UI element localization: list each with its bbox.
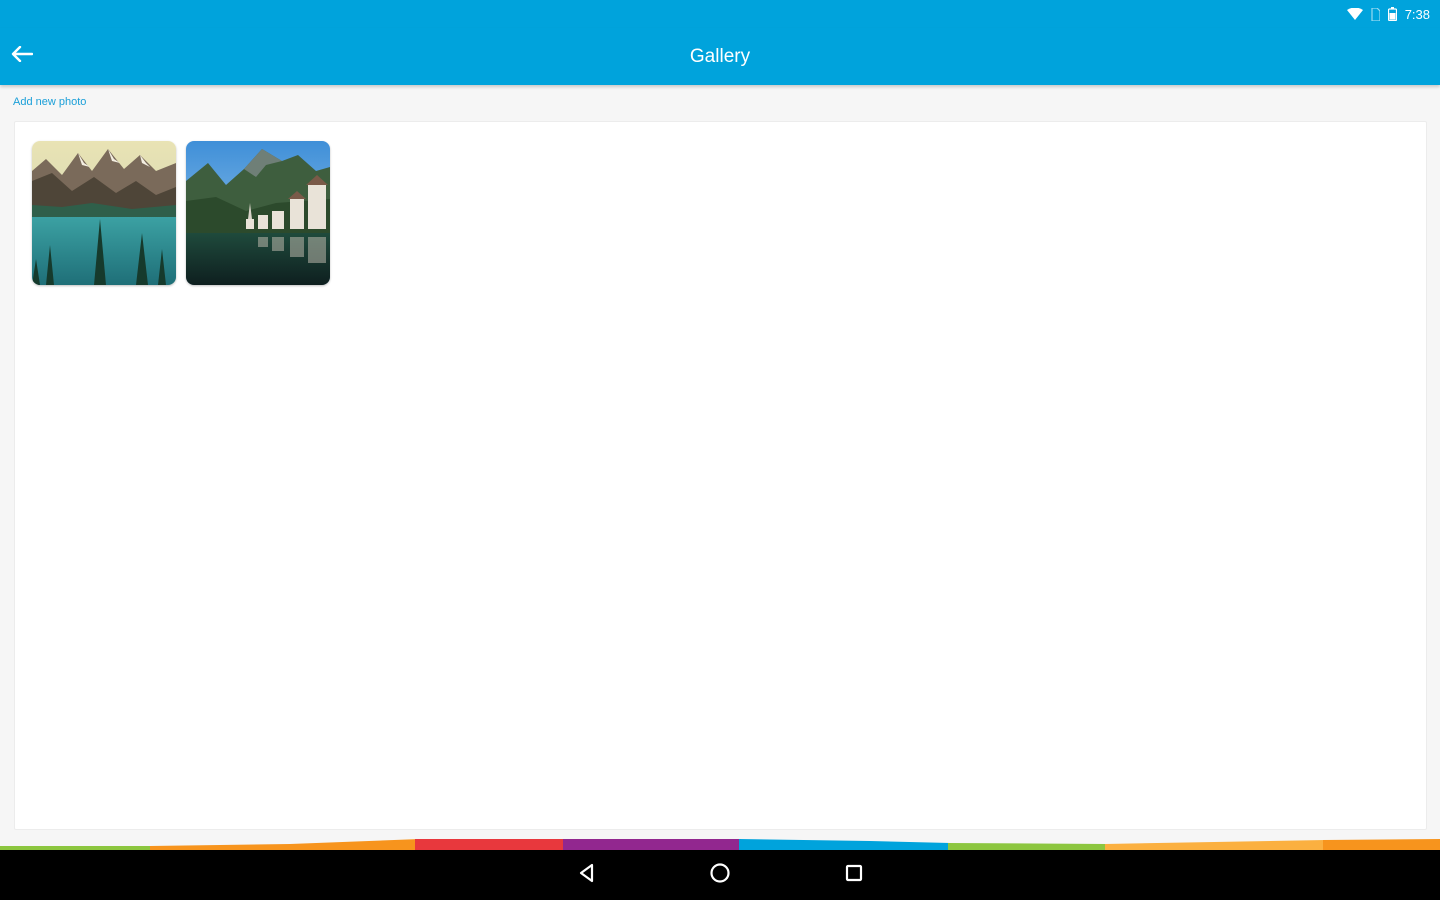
- add-new-photo-link[interactable]: Add new photo: [13, 96, 86, 108]
- page-title: Gallery: [689, 45, 751, 67]
- status-time: 7:38: [1404, 6, 1430, 22]
- back-button[interactable]: [4, 38, 40, 74]
- status-bar: 7:38: [0, 0, 1440, 28]
- sim-icon: [1371, 7, 1380, 21]
- navigation-bar: [0, 850, 1440, 900]
- lakeside-village-photo: [186, 141, 330, 285]
- nav-back-button[interactable]: [573, 861, 601, 889]
- mountain-lake-photo: [32, 141, 176, 285]
- nav-recents-icon: [843, 862, 865, 889]
- app-bar: Gallery: [0, 28, 1440, 85]
- rainbow-divider: [0, 839, 1440, 850]
- photo-thumbnail-mountain-lake[interactable]: [32, 141, 176, 285]
- battery-icon: [1387, 7, 1397, 21]
- nav-home-icon: [709, 862, 731, 889]
- photo-thumbnail-lakeside-village[interactable]: [186, 141, 330, 285]
- gallery-card: [14, 121, 1427, 830]
- arrow-back-icon: [11, 45, 34, 67]
- nav-home-button[interactable]: [706, 861, 734, 889]
- nav-back-icon: [576, 862, 598, 889]
- wifi-icon: [1346, 8, 1363, 20]
- nav-recents-button[interactable]: [840, 861, 868, 889]
